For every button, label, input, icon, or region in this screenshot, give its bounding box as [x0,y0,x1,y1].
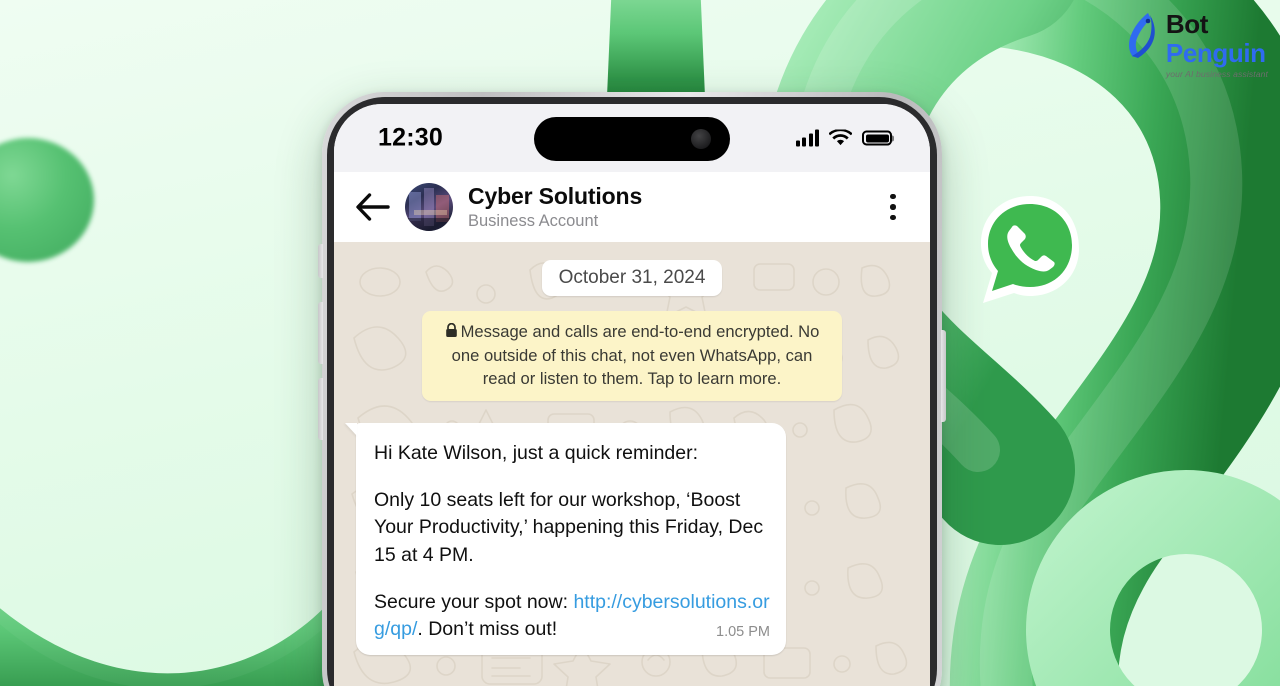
contact-subtitle: Business Account [468,211,599,230]
status-icons [795,129,892,147]
overflow-menu-icon[interactable] [880,190,906,224]
chat-body: October 31, 2024 Message and calls are e… [334,242,930,686]
silence-switch[interactable] [318,244,323,278]
contact-name: Cyber Solutions [468,182,643,209]
message-line-3-prefix: Secure your spot now: [374,590,574,613]
chat-header: Cyber Solutions Business Account [334,172,930,242]
message-timestamp: 1.05 PM [716,624,770,641]
encryption-notice-row: Message and calls are end-to-end encrypt… [356,311,908,401]
message-line-2: Only 10 seats left for our workshop, ‘Bo… [374,488,764,566]
status-bar: 12:30 [334,104,930,172]
volume-down-button[interactable] [318,378,323,440]
contact-avatar[interactable] [405,183,453,231]
back-arrow-icon[interactable] [356,193,390,221]
logo-text-penguin: Penguin [1165,38,1266,68]
cellular-signal-icon [795,129,819,147]
message-row: Hi Kate Wilson, just a quick reminder: O… [356,422,908,656]
logo-tagline: your AI business assistant [1165,69,1268,79]
logo-text-bot: Bot [1165,9,1209,39]
botpenguin-logo: Bot Penguin your AI business assistant [1126,8,1268,79]
date-divider: October 31, 2024 [541,260,723,296]
date-divider-row: October 31, 2024 [356,260,908,296]
penguin-icon [1128,13,1155,58]
message-bubble[interactable]: Hi Kate Wilson, just a quick reminder: O… [356,422,786,656]
contact-info[interactable]: Cyber Solutions Business Account [468,182,865,230]
power-button[interactable] [941,330,946,422]
volume-up-button[interactable] [318,302,323,364]
message-line-3-suffix: . Don’t miss out! [417,618,558,641]
message-line-3: Secure your spot now: http://cybersoluti… [374,589,770,644]
dynamic-island [534,117,730,161]
encryption-notice[interactable]: Message and calls are end-to-end encrypt… [422,311,842,401]
phone-screen: 12:30 Cyber Solutions Business Account O… [334,104,930,686]
status-time: 12:30 [378,123,443,152]
message-line-1: Hi Kate Wilson, just a quick reminder: [374,441,699,464]
lock-icon [445,323,457,337]
battery-full-icon [862,130,892,146]
encryption-notice-text: Message and calls are end-to-end encrypt… [451,322,820,389]
front-camera-icon [691,129,711,149]
whatsapp-logo-icon [975,190,1085,318]
phone-mockup: 12:30 Cyber Solutions Business Account O… [318,92,946,686]
wifi-icon [829,129,852,146]
